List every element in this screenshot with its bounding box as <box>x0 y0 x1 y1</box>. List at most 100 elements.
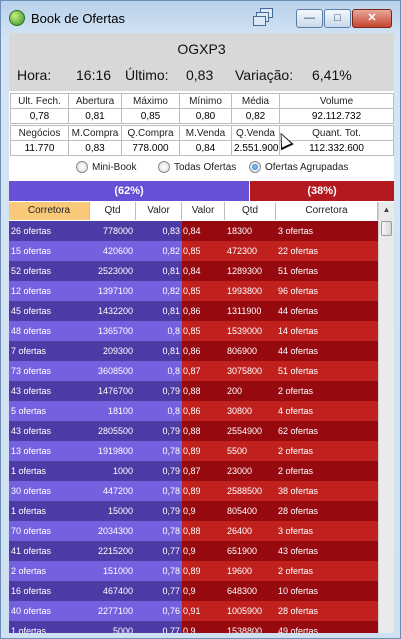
buy-percentage: (62%) <box>9 181 249 201</box>
sell-corretora: 62 ofertas <box>278 426 319 436</box>
sell-valor: 0,9 <box>183 506 196 516</box>
info1-header: Mínimo <box>179 93 232 109</box>
sell-qtd: 2588500 <box>227 486 263 496</box>
buy-corretora: 1 ofertas <box>11 466 47 476</box>
minimize-button[interactable]: — <box>296 9 323 28</box>
buy-side: 41 ofertas 2215200 0,77 <box>9 541 182 561</box>
sell-qtd: 1005900 <box>227 606 263 616</box>
buy-side: 1 ofertas 15000 0,79 <box>9 501 182 521</box>
buy-corretora: 43 ofertas <box>11 386 52 396</box>
book-row[interactable]: 15 ofertas 420600 0,82 0,85 472300 22 ofertas <box>9 241 378 261</box>
buy-corretora: 16 ofertas <box>11 586 52 596</box>
info1-value: 92.112.732 <box>279 108 394 124</box>
col-header-buy-qtd[interactable]: Qtd <box>90 202 136 220</box>
col-header-sell-qtd[interactable]: Qtd <box>225 202 276 220</box>
order-book-list[interactable]: 26 ofertas 778000 0,83 0,84 18300 3 ofertas 15… <box>9 221 378 633</box>
book-row[interactable]: 26 ofertas 778000 0,83 0,84 18300 3 ofertas <box>9 221 378 241</box>
book-row[interactable]: 2 ofertas 151000 0,78 0,89 19600 2 ofertas <box>9 561 378 581</box>
info1-header: Abertura <box>68 93 122 109</box>
sell-side: 0,85 1539000 14 ofertas <box>182 321 378 341</box>
book-row[interactable]: 41 ofertas 2215200 0,77 0,9 651900 43 ofertas <box>9 541 378 561</box>
sell-qtd: 1539000 <box>227 326 263 336</box>
app-icon <box>9 10 25 26</box>
buy-valor: 0,77 <box>162 626 180 633</box>
book-row[interactable]: 45 ofertas 1432200 0,81 0,86 1311900 44 ofert… <box>9 301 378 321</box>
book-row[interactable]: 73 ofertas 3608500 0,8 0,87 3075800 51 oferta… <box>9 361 378 381</box>
buy-valor: 0,8 <box>167 366 180 376</box>
sell-valor: 0,87 <box>183 366 201 376</box>
buy-side: 48 ofertas 1365700 0,8 <box>9 321 182 341</box>
book-row[interactable]: 43 ofertas 1476700 0,79 0,88 200 2 ofertas <box>9 381 378 401</box>
buy-valor: 0,8 <box>167 406 180 416</box>
close-button[interactable]: ✕ <box>352 9 392 28</box>
sell-side: 0,85 1993800 96 ofertas <box>182 281 378 301</box>
book-scrollbar[interactable]: ▲ <box>378 202 394 633</box>
radio-circle[interactable] <box>158 161 170 173</box>
radio-circle[interactable] <box>76 161 88 173</box>
sell-corretora: 10 ofertas <box>278 586 319 596</box>
info-table-2: Negócios M.Compra Q.Compra M.Venda Q.Ven… <box>10 125 394 156</box>
radio-label: Ofertas Agrupadas <box>265 161 349 173</box>
info2-value: 11.770 <box>10 140 69 156</box>
scroll-thumb[interactable] <box>381 221 392 236</box>
buy-corretora: 15 ofertas <box>11 246 52 256</box>
info1-value: 0,80 <box>179 108 232 124</box>
book-row[interactable]: 5 ofertas 18100 0,8 0,86 30800 4 ofertas <box>9 401 378 421</box>
sell-side: 0,9 805400 28 ofertas <box>182 501 378 521</box>
buy-qtd: 151000 <box>102 566 133 576</box>
buy-corretora: 52 ofertas <box>11 266 52 276</box>
book-row[interactable]: 48 ofertas 1365700 0,8 0,85 1539000 14 oferta… <box>9 321 378 341</box>
buy-valor: 0,79 <box>162 466 180 476</box>
buy-valor: 0,82 <box>162 246 180 256</box>
radio-ofertas-agrupadas[interactable]: Ofertas Agrupadas <box>249 161 348 173</box>
buy-qtd: 209300 <box>102 346 133 356</box>
sell-qtd: 30800 <box>227 406 253 416</box>
col-header-sell-corretora[interactable]: Corretora <box>276 202 378 220</box>
book-content: OGXP3 Hora: 16:16 Último: 0,83 Variação:… <box>9 33 394 633</box>
book-row[interactable]: 1 ofertas 5000 0,77 0,9 1538800 49 ofertas <box>9 621 378 633</box>
book-row[interactable]: 52 ofertas 2523000 0,81 0,84 1289300 51 ofert… <box>9 261 378 281</box>
scroll-up-arrow-icon[interactable]: ▲ <box>379 202 394 218</box>
info1-value: 0,78 <box>10 108 69 124</box>
buy-valor: 0,78 <box>162 446 180 456</box>
radio-label: Mini-Book <box>92 161 137 173</box>
col-header-buy-corretora[interactable]: Corretora <box>9 202 90 220</box>
book-row[interactable]: 12 ofertas 1397100 0,82 0,85 1993800 96 ofert… <box>9 281 378 301</box>
window-title: Book de Ofertas <box>31 11 125 26</box>
sell-side: 0,86 806900 44 ofertas <box>182 341 378 361</box>
book-row[interactable]: 30 ofertas 447200 0,78 0,89 2588500 38 oferta… <box>9 481 378 501</box>
buy-side: 5 ofertas 18100 0,8 <box>9 401 182 421</box>
buy-side: 7 ofertas 209300 0,81 <box>9 341 182 361</box>
info1-value: 0,82 <box>231 108 280 124</box>
sell-qtd: 651900 <box>227 546 258 556</box>
book-column-headers: Corretora Qtd Valor Valor Qtd Corretora <box>9 202 378 220</box>
book-row[interactable]: 16 ofertas 467400 0,77 0,9 648300 10 ofertas <box>9 581 378 601</box>
book-row[interactable]: 43 ofertas 2805500 0,79 0,88 2554900 62 ofert… <box>9 421 378 441</box>
book-row[interactable]: 70 ofertas 2034300 0,78 0,88 26400 3 ofertas <box>9 521 378 541</box>
info2-header: M.Compra <box>68 125 122 141</box>
sell-qtd: 5500 <box>227 446 248 456</box>
buy-valor: 0,82 <box>162 286 180 296</box>
sell-side: 0,89 2588500 38 ofertas <box>182 481 378 501</box>
sell-side: 0,87 23000 2 ofertas <box>182 461 378 481</box>
radio-mini-book[interactable]: Mini-Book <box>76 161 136 173</box>
maximize-button[interactable]: □ <box>324 9 351 28</box>
col-header-sell-valor[interactable]: Valor <box>182 202 225 220</box>
buy-valor: 0,77 <box>162 546 180 556</box>
radio-todas-ofertas[interactable]: Todas Ofertas <box>158 161 236 173</box>
title-bar[interactable]: Book de Ofertas — □ ✕ <box>1 1 400 33</box>
hora-label: Hora: <box>17 67 52 83</box>
book-row[interactable]: 7 ofertas 209300 0,81 0,86 806900 44 ofertas <box>9 341 378 361</box>
book-row[interactable]: 13 ofertas 1919800 0,78 0,89 5500 2 ofertas <box>9 441 378 461</box>
book-row[interactable]: 1 ofertas 1000 0,79 0,87 23000 2 ofertas <box>9 461 378 481</box>
buy-valor: 0,78 <box>162 526 180 536</box>
sell-valor: 0,89 <box>183 486 201 496</box>
col-header-buy-valor[interactable]: Valor <box>136 202 182 220</box>
buy-corretora: 1 ofertas <box>11 506 47 516</box>
radio-circle-selected[interactable] <box>249 161 261 173</box>
window-stack-icon[interactable] <box>253 6 275 28</box>
sell-corretora: 28 ofertas <box>278 506 319 516</box>
sell-valor: 0,85 <box>183 286 201 296</box>
book-row[interactable]: 1 ofertas 15000 0,79 0,9 805400 28 ofertas <box>9 501 378 521</box>
book-row[interactable]: 40 ofertas 2277100 0,76 0,91 1005900 28 ofert… <box>9 601 378 621</box>
